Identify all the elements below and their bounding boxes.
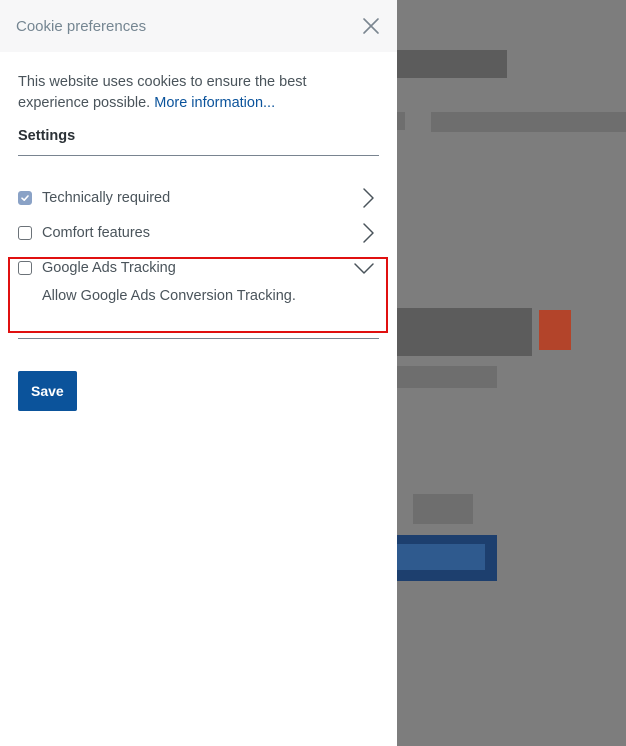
panel-title: Cookie preferences xyxy=(16,17,147,35)
close-icon[interactable] xyxy=(361,16,381,36)
panel-header: Cookie preferences xyxy=(0,0,397,52)
more-information-link[interactable]: More information... xyxy=(154,95,275,111)
option-comfort-features[interactable]: Comfort features xyxy=(18,215,379,250)
save-button[interactable]: Save xyxy=(18,371,77,411)
blurred-text xyxy=(397,366,497,388)
settings-heading: Settings xyxy=(18,128,379,156)
blurred-button-inner xyxy=(397,544,485,570)
blurred-text xyxy=(413,494,473,524)
blurred-heading xyxy=(397,50,507,78)
blurred-logo-mark xyxy=(539,310,571,350)
blurred-logo xyxy=(397,308,532,356)
option-label: Technically required xyxy=(42,189,171,206)
settings-divider xyxy=(18,338,379,339)
blurred-text xyxy=(431,112,626,132)
cookie-preferences-panel: Cookie preferences This website uses coo… xyxy=(0,0,397,746)
option-label: Comfort features xyxy=(42,224,150,241)
technically-required-checkbox[interactable] xyxy=(18,190,32,205)
option-technically-required[interactable]: Technically required xyxy=(18,180,379,215)
blurred-text xyxy=(397,112,405,130)
highlight-box xyxy=(8,257,388,333)
checkmark-icon xyxy=(21,194,29,201)
comfort-features-checkbox[interactable] xyxy=(18,225,32,240)
page-backdrop xyxy=(397,0,626,746)
chevron-right-icon[interactable] xyxy=(361,187,375,209)
chevron-right-icon[interactable] xyxy=(361,222,375,244)
intro-text: This website uses cookies to ensure the … xyxy=(18,72,379,114)
